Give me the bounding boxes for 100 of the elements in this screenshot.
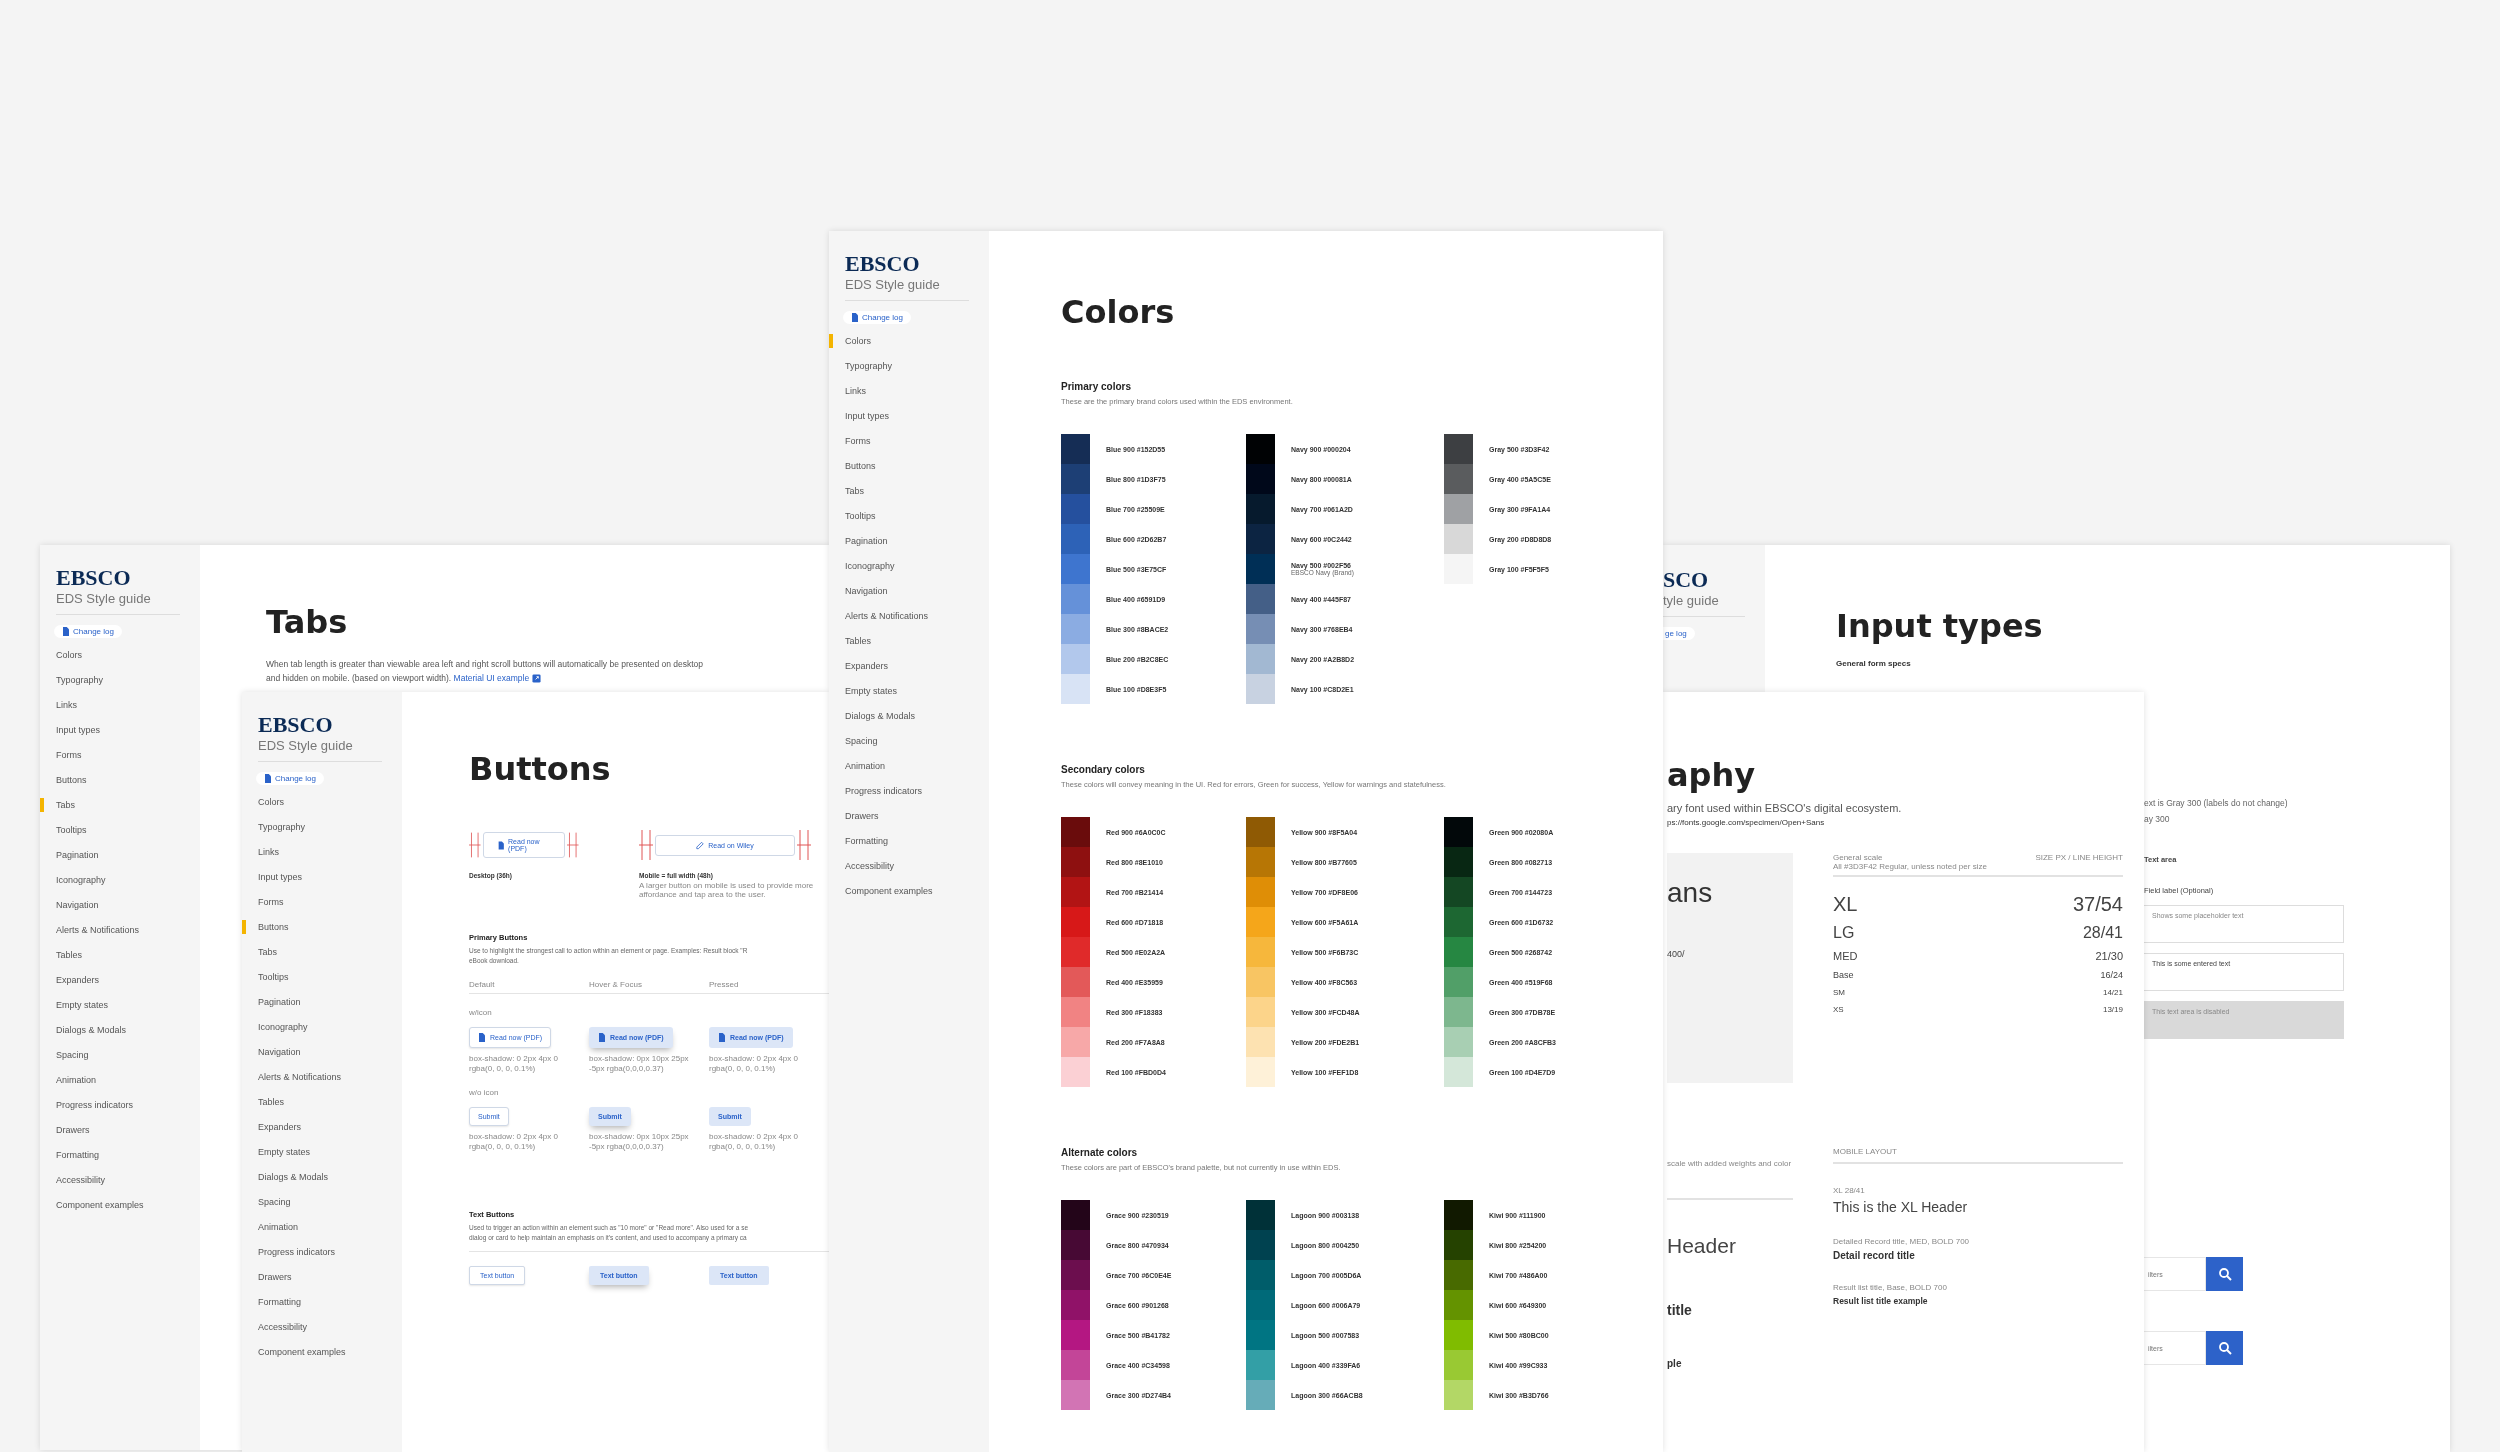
nav-item[interactable]: Tabs [40,798,200,823]
shadow-caption: box-shadow: 0px 10px 25px -5px rgba(0,0,0,0.37) [589,1132,690,1152]
nav-item[interactable]: Formatting [40,1148,200,1173]
nav-item[interactable]: Spacing [40,1048,200,1073]
nav-item[interactable]: Alerts & Notifications [242,1070,402,1095]
nav-item[interactable]: Spacing [829,734,989,759]
size-name: XS [1833,1005,1844,1014]
nav-item[interactable]: Tooltips [242,970,402,995]
nav-item[interactable]: Tabs [242,945,402,970]
nav-item[interactable]: Expanders [40,973,200,998]
nav-item[interactable]: Tables [40,948,200,973]
nav-item[interactable]: Input types [40,723,200,748]
nav-item[interactable]: Progress indicators [40,1098,200,1123]
nav-item[interactable]: Typography [829,359,989,384]
nav-item[interactable]: Pagination [829,534,989,559]
shadow-caption: box-shadow: 0px 10px 25px -5px rgba(0,0,0,0.37) [589,1054,690,1074]
nav-item[interactable]: Colors [829,334,989,359]
change-log-link[interactable]: Change log [54,625,122,638]
nav-item[interactable]: Forms [40,748,200,773]
nav-item[interactable]: Accessibility [242,1320,402,1345]
search-button[interactable] [2206,1257,2243,1291]
nav-item[interactable]: Expanders [829,659,989,684]
nav-item[interactable]: Tables [829,634,989,659]
example-link[interactable]: Material UI example [453,673,541,683]
nav-item[interactable]: Animation [242,1220,402,1245]
column-heading: Default [469,980,495,989]
nav-item[interactable]: Alerts & Notifications [40,923,200,948]
nav-item[interactable]: Input types [242,870,402,895]
nav-item[interactable]: Component examples [829,884,989,909]
nav-item[interactable]: Formatting [242,1295,402,1320]
nav-item[interactable]: Accessibility [40,1173,200,1198]
sample-text: This is the XL Header [1833,1199,1968,1215]
nav-item[interactable]: Tooltips [829,509,989,534]
nav-item[interactable]: Iconography [40,873,200,898]
nav-item[interactable]: Forms [829,434,989,459]
nav-item[interactable]: Accessibility [829,859,989,884]
page-title: Input types [1836,607,2043,645]
nav-item[interactable]: Links [242,845,402,870]
nav-item[interactable]: Navigation [40,898,200,923]
nav-item[interactable]: Tooltips [40,823,200,848]
nav-item[interactable]: Typography [242,820,402,845]
nav-item[interactable]: Alerts & Notifications [829,609,989,634]
nav-item[interactable]: Buttons [829,459,989,484]
nav-item[interactable]: Tabs [829,484,989,509]
size-name: Base [1833,970,1854,980]
nav-item[interactable]: Links [829,384,989,409]
nav-item[interactable]: Component examples [40,1198,200,1223]
nav-item[interactable]: Empty states [829,684,989,709]
nav-item[interactable]: Buttons [242,920,402,945]
shadow-caption: box-shadow: 0 2px 4px 0 rgba(0, 0, 0, 0.1%) [709,1054,799,1074]
nav-item[interactable]: Navigation [829,584,989,609]
nav-item[interactable]: Formatting [829,834,989,859]
document-icon [62,627,70,636]
nav-item[interactable]: Progress indicators [829,784,989,809]
spec-note: A larger button on mobile is used to provide more affordance and tap area to the user. [639,881,815,899]
guide-subtitle: EDS Style guide [258,738,353,753]
nav-item[interactable]: Drawers [40,1123,200,1148]
nav-item[interactable]: Input types [829,409,989,434]
logo-text: EBSCO [258,712,333,738]
group-label: w/icon [469,1008,492,1017]
external-link-icon [531,674,541,684]
nav-item[interactable]: Iconography [242,1020,402,1045]
nav-item[interactable]: Animation [40,1073,200,1098]
nav-item[interactable]: Spacing [242,1195,402,1220]
change-log-link[interactable]: Change log [843,311,911,324]
nav-item[interactable]: Forms [242,895,402,920]
search-button[interactable] [2206,1331,2243,1365]
nav-item[interactable]: Pagination [242,995,402,1020]
nav-item[interactable]: Links [40,698,200,723]
nav-item[interactable]: Iconography [829,559,989,584]
size-name: XL [1833,893,1858,916]
sample-text: ple [1667,1358,1682,1369]
measurement-drawing [469,830,481,860]
page-title: Buttons [469,750,612,788]
nav-item[interactable]: Dialogs & Modals [40,1023,200,1048]
change-log-link[interactable]: ge log [1663,627,1695,640]
scale-note: scale with added weights and color [1667,1159,1793,1168]
nav-item[interactable]: Animation [829,759,989,784]
nav-item[interactable]: Colors [40,648,200,673]
nav-item[interactable]: Buttons [40,773,200,798]
nav-item[interactable]: Tables [242,1095,402,1120]
nav-item[interactable]: Navigation [242,1045,402,1070]
sample-caption: Result list title, Base, BOLD 700 [1833,1283,1947,1292]
nav-item[interactable]: Pagination [40,848,200,873]
nav-item[interactable]: Dialogs & Modals [242,1170,402,1195]
nav-item[interactable]: Empty states [242,1145,402,1170]
nav-item[interactable]: Dialogs & Modals [829,709,989,734]
nav-item[interactable]: Expanders [242,1120,402,1145]
nav-item[interactable]: Drawers [242,1270,402,1295]
nav-item[interactable]: Empty states [40,998,200,1023]
nav-item[interactable]: Colors [242,795,402,820]
nav-item[interactable]: Typography [40,673,200,698]
change-log-link[interactable]: Change log [256,772,324,785]
nav-item[interactable]: Drawers [829,809,989,834]
nav-item[interactable]: Progress indicators [242,1245,402,1270]
nav-item[interactable]: Component examples [242,1345,402,1370]
font-link[interactable]: ps://fonts.google.com/specimen/Open+Sans [1667,818,1825,827]
guide-subtitle: EDS Style guide [56,591,151,606]
sample-text: Result list title example [1833,1296,1928,1306]
group-label: w/o icon [469,1088,499,1097]
